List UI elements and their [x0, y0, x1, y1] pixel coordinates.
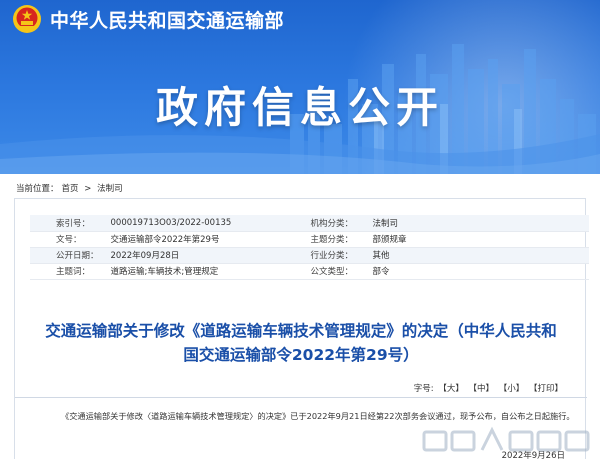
document-meta-table: 索引号： 000019713O03/2022-00135 机构分类： 法制司 文… — [30, 215, 589, 280]
meta-value: 2022年09月28日 — [104, 247, 305, 264]
document-body-paragraph: 《交通运输部关于修改〈道路运输车辆技术管理规定〉的决定》已于2022年9月21日… — [61, 411, 571, 421]
print-button[interactable]: 【打印】 — [529, 384, 563, 394]
watermark-logo-icon — [422, 426, 590, 452]
meta-value: 部颁规章 — [366, 231, 589, 248]
meta-value: 交通运输部令2022年第29号 — [104, 231, 305, 248]
breadcrumb-home-link[interactable]: 首页 — [62, 184, 79, 194]
breadcrumb: 当前位置： 首页 > 法制司 — [16, 182, 126, 194]
page: 中华人民共和国交通运输部 政府信息公开 当前位置： 首页 > 法制司 索引号： 0… — [0, 0, 600, 459]
meta-key: 公开日期： — [30, 247, 105, 264]
table-row: 索引号： 000019713O03/2022-00135 机构分类： 法制司 — [30, 215, 589, 232]
document-title-line: 交通运输部关于修改《道路运输车辆技术管理规定》的决定（中华人民共和 — [45, 322, 557, 340]
meta-key: 主题分类： — [304, 231, 367, 248]
document-title-line: 国交通运输部令2022年第29号） — [183, 346, 419, 364]
content-panel: 索引号： 000019713O03/2022-00135 机构分类： 法制司 文… — [14, 198, 589, 459]
font-size-label: 字号: — [413, 384, 434, 394]
font-medium-button[interactable]: 【中】 — [469, 384, 495, 394]
meta-value: 部令 — [366, 263, 589, 280]
meta-value: 000019713O03/2022-00135 — [104, 215, 305, 232]
breadcrumb-separator: > — [84, 184, 92, 194]
font-small-button[interactable]: 【小】 — [499, 384, 525, 394]
document-title: 交通运输部关于修改《道路运输车辆技术管理规定》的决定（中华人民共和 国交通运输部… — [15, 319, 587, 367]
table-row: 主题词： 道路运输;车辆技术;管理规定 公文类型： 部令 — [30, 263, 589, 280]
header-banner: 中华人民共和国交通运输部 政府信息公开 — [0, 0, 600, 174]
national-emblem-icon — [13, 5, 41, 33]
table-row: 文号： 交通运输部令2022年第29号 主题分类： 部颁规章 — [30, 231, 589, 248]
content-divider — [15, 397, 587, 398]
banner-title: 政府信息公开 — [155, 83, 444, 132]
font-size-controls: 字号: 【大】 【中】 【小】 【打印】 — [412, 382, 563, 394]
table-row: 公开日期： 2022年09月28日 行业分类： 其他 — [30, 247, 589, 264]
breadcrumb-label: 当前位置： — [16, 184, 59, 194]
font-large-button[interactable]: 【大】 — [438, 384, 464, 394]
meta-key: 主题词： — [30, 263, 105, 280]
meta-key: 机构分类： — [304, 215, 367, 232]
meta-key: 索引号： — [30, 215, 105, 232]
meta-key: 文号： — [30, 231, 105, 248]
meta-key: 公文类型： — [304, 263, 367, 280]
org-name[interactable]: 中华人民共和国交通运输部 — [50, 6, 284, 33]
meta-key: 行业分类： — [304, 247, 367, 264]
meta-value: 其他 — [366, 247, 589, 264]
breadcrumb-current-link[interactable]: 法制司 — [97, 184, 123, 194]
meta-value: 法制司 — [366, 215, 589, 232]
meta-value: 道路运输;车辆技术;管理规定 — [104, 263, 305, 280]
